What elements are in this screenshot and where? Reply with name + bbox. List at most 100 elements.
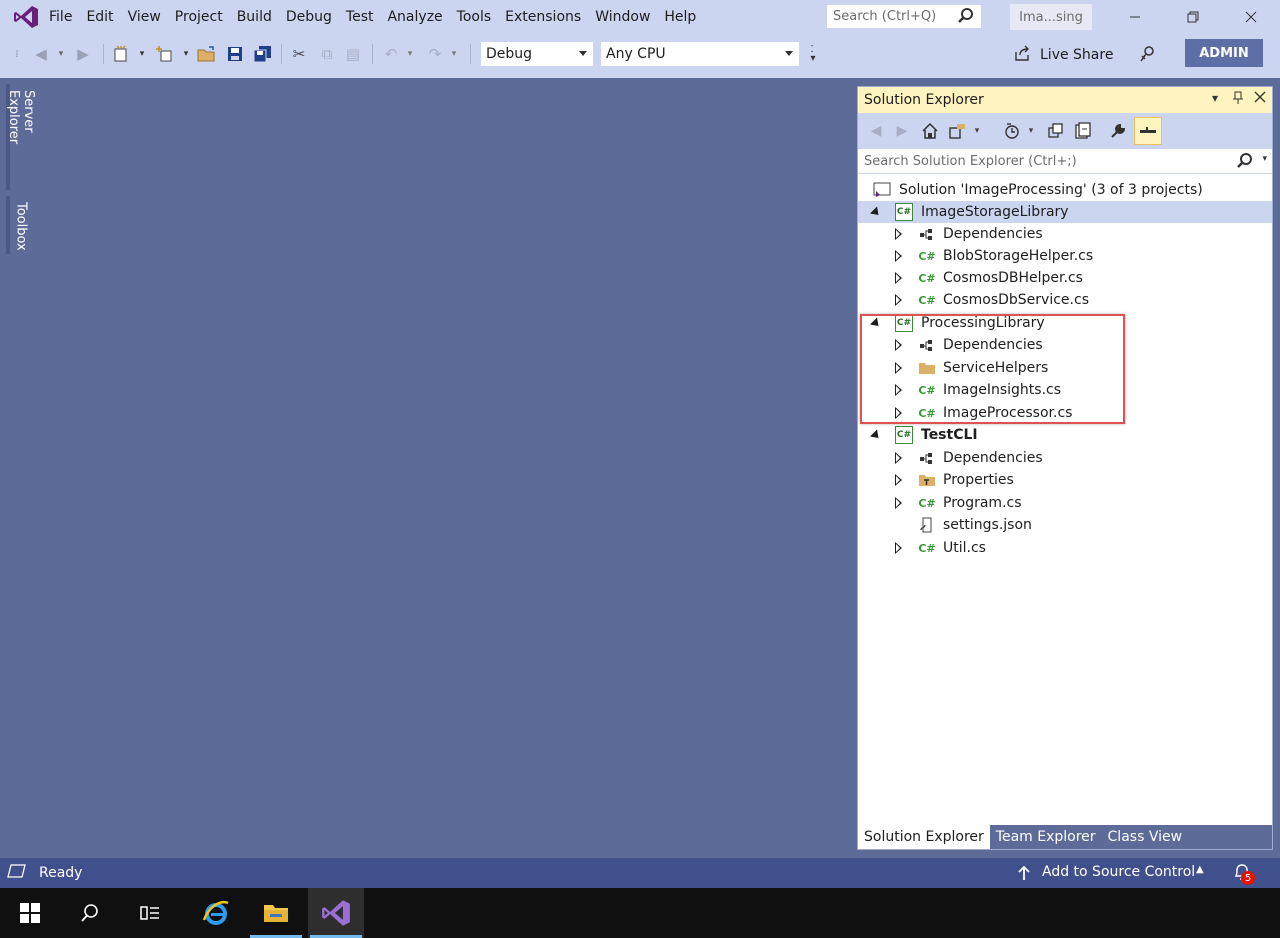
collapse-all-icon[interactable] <box>1070 119 1094 143</box>
properties-wrench-icon[interactable] <box>1106 119 1130 143</box>
chevron-up-icon[interactable]: ▲ <box>1196 864 1204 875</box>
menu-debug[interactable]: Debug <box>279 0 339 34</box>
save-icon[interactable] <box>224 42 246 66</box>
tree-row-item[interactable]: C# ImageInsights.cs <box>858 379 1272 401</box>
open-file-icon[interactable] <box>196 42 218 66</box>
menu-analyze[interactable]: Analyze <box>380 0 449 34</box>
close-panel-icon[interactable] <box>1254 91 1266 106</box>
navigate-back-icon[interactable]: ◀ <box>30 42 52 66</box>
switch-views-dropdown-icon[interactable]: ▾ <box>970 119 984 143</box>
visual-studio-taskbar-button[interactable] <box>308 888 364 938</box>
tree-row-item[interactable]: Dependencies <box>858 223 1272 245</box>
taskbar-search-button[interactable] <box>62 888 118 938</box>
copy-icon[interactable]: ⧉ <box>316 42 338 66</box>
back-dropdown-icon[interactable]: ▾ <box>55 42 67 66</box>
add-to-source-control-button[interactable]: Add to Source Control <box>1042 864 1195 880</box>
switch-views-icon[interactable] <box>946 119 970 143</box>
tab-solution-explorer[interactable]: Solution Explorer <box>858 825 990 849</box>
undo-dropdown-icon[interactable]: ▾ <box>404 42 416 66</box>
filter-dropdown-icon[interactable]: ▾ <box>1024 119 1038 143</box>
menu-help[interactable]: Help <box>657 0 703 34</box>
navigate-forward-icon[interactable]: ▶ <box>72 42 94 66</box>
pending-changes-filter-icon[interactable] <box>1000 119 1024 143</box>
collapsed-arrow-icon[interactable] <box>892 497 904 509</box>
collapsed-arrow-icon[interactable] <box>892 452 904 464</box>
search-input[interactable]: Search (Ctrl+Q) <box>826 4 982 29</box>
tree-row-project-imagestoragelibrary[interactable]: C# ImageStorageLibrary <box>858 201 1272 223</box>
solution-explorer-search-input[interactable]: Search Solution Explorer (Ctrl+;) ▾ <box>858 149 1272 174</box>
internet-explorer-button[interactable] <box>188 888 244 938</box>
tree-row-item[interactable]: Dependencies <box>858 334 1272 356</box>
menu-tools[interactable]: Tools <box>450 0 499 34</box>
redo-icon[interactable]: ↷ <box>424 42 446 66</box>
tree-row-project-processinglibrary[interactable]: C# ProcessingLibrary <box>858 312 1272 334</box>
task-view-button[interactable] <box>122 888 178 938</box>
file-explorer-button[interactable] <box>248 888 304 938</box>
cut-icon[interactable]: ✂ <box>288 42 310 66</box>
tree-row-item[interactable]: C# Util.cs <box>858 537 1272 559</box>
menu-window[interactable]: Window <box>588 0 657 34</box>
tree-row-item[interactable]: Properties <box>858 469 1272 491</box>
collapsed-arrow-icon[interactable] <box>892 407 904 419</box>
sync-icon[interactable] <box>1044 119 1068 143</box>
window-position-dropdown-icon[interactable]: ▾ <box>1212 91 1218 105</box>
solution-configuration-dropdown[interactable]: Debug <box>480 41 594 67</box>
expanded-arrow-icon[interactable] <box>869 205 883 219</box>
tree-row-item[interactable]: Dependencies <box>858 447 1272 469</box>
account-button[interactable]: ADMIN <box>1185 39 1263 67</box>
close-button[interactable] <box>1228 0 1274 34</box>
minimize-button[interactable] <box>1112 0 1158 34</box>
new-project-icon[interactable] <box>110 42 132 66</box>
tab-class-view[interactable]: Class View <box>1102 825 1189 849</box>
menu-view[interactable]: View <box>121 0 168 34</box>
tree-row-item[interactable]: C# Program.cs <box>858 492 1272 514</box>
restore-button[interactable] <box>1170 0 1216 34</box>
tree-row-item[interactable]: ServiceHelpers <box>858 357 1272 379</box>
solution-platform-dropdown[interactable]: Any CPU <box>600 41 800 67</box>
collapsed-arrow-icon[interactable] <box>892 294 904 306</box>
add-item-icon[interactable] <box>154 42 176 66</box>
redo-dropdown-icon[interactable]: ▾ <box>448 42 460 66</box>
menu-edit[interactable]: Edit <box>79 0 120 34</box>
collapsed-arrow-icon[interactable] <box>892 542 904 554</box>
undo-icon[interactable]: ↶ <box>380 42 402 66</box>
preview-selected-items-icon[interactable] <box>1134 117 1162 145</box>
toolbar-grip-icon[interactable]: ⁞ <box>14 42 20 66</box>
tree-row-item[interactable]: settings.json <box>858 514 1272 536</box>
home-icon[interactable] <box>918 119 942 143</box>
toolbox-tab[interactable]: Toolbox <box>6 196 32 254</box>
tree-row-item[interactable]: C# BlobStorageHelper.cs <box>858 245 1272 267</box>
collapsed-arrow-icon[interactable] <box>892 339 904 351</box>
paste-icon[interactable]: ▤ <box>342 42 364 66</box>
menu-project[interactable]: Project <box>168 0 230 34</box>
pin-icon[interactable] <box>1232 91 1244 108</box>
server-explorer-tab[interactable]: Server Explorer <box>6 84 36 190</box>
forward-icon[interactable]: ▶ <box>890 119 914 143</box>
notifications-button[interactable]: 5 <box>1232 862 1255 886</box>
expanded-arrow-icon[interactable] <box>869 316 883 330</box>
menu-test[interactable]: Test <box>339 0 381 34</box>
collapsed-arrow-icon[interactable] <box>892 250 904 262</box>
tree-row-item[interactable]: C# CosmosDBHelper.cs <box>858 267 1272 289</box>
tree-row-solution[interactable]: Solution 'ImageProcessing' (3 of 3 proje… <box>858 179 1272 201</box>
menu-file[interactable]: File <box>42 0 79 34</box>
save-all-icon[interactable] <box>252 42 274 66</box>
expanded-arrow-icon[interactable] <box>869 428 883 442</box>
collapsed-arrow-icon[interactable] <box>892 272 904 284</box>
tree-row-item[interactable]: C# ImageProcessor.cs <box>858 402 1272 424</box>
collapsed-arrow-icon[interactable] <box>892 474 904 486</box>
menu-extensions[interactable]: Extensions <box>498 0 588 34</box>
collapsed-arrow-icon[interactable] <box>892 384 904 396</box>
tree-row-item[interactable]: C# CosmosDbService.cs <box>858 289 1272 311</box>
menu-build[interactable]: Build <box>230 0 279 34</box>
feedback-icon[interactable] <box>1136 42 1160 66</box>
toolbar-overflow-icon[interactable]: ⁚ ▾ <box>806 42 820 66</box>
start-button[interactable] <box>2 888 58 938</box>
tab-team-explorer[interactable]: Team Explorer <box>990 825 1102 849</box>
live-share-button[interactable]: Live Share <box>1014 42 1113 68</box>
collapsed-arrow-icon[interactable] <box>892 228 904 240</box>
tree-row-project-testcli[interactable]: C# TestCLI <box>858 424 1272 446</box>
collapsed-arrow-icon[interactable] <box>892 362 904 374</box>
new-project-dropdown-icon[interactable]: ▾ <box>136 42 148 66</box>
back-icon[interactable]: ◀ <box>864 119 888 143</box>
